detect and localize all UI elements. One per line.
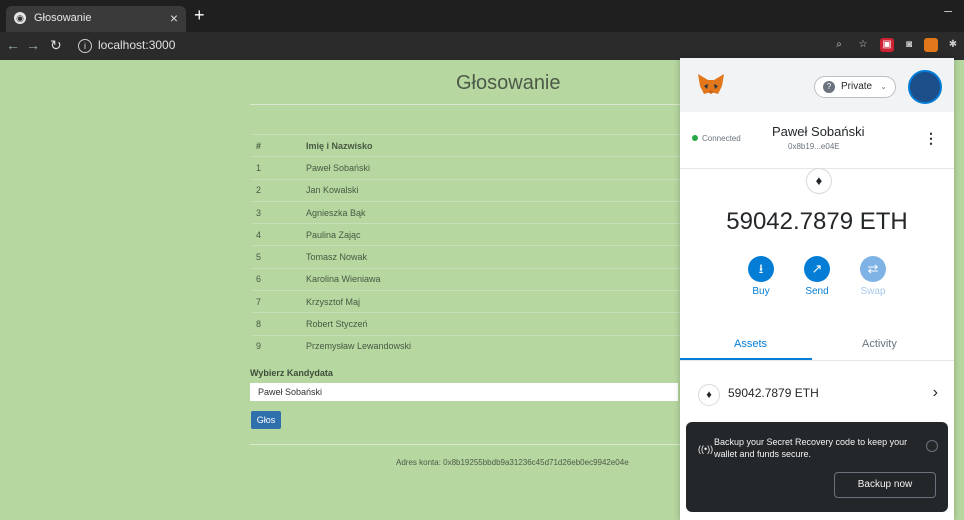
table-row: 6 Karolina Wieniawa [252, 267, 680, 291]
candidate-select-label: Wybierz Kandydata [250, 368, 333, 378]
forward-icon[interactable]: → [26, 37, 40, 53]
arrow-up-right-icon: ↗ [804, 256, 830, 282]
tab-close-button[interactable]: × [170, 10, 178, 26]
connection-label: Connected [702, 134, 741, 143]
metamask-extension-icon[interactable] [924, 38, 938, 52]
row-name: Przemysław Lewandowski [302, 334, 680, 357]
vote-button[interactable]: Głos [251, 411, 281, 429]
table-row: 4 Paulina Zając [252, 223, 680, 246]
asset-row[interactable]: ♦ 59042.7879 ETH › [680, 376, 954, 416]
status-dot [692, 135, 698, 141]
row-number: 9 [252, 334, 302, 357]
balance: 59042.7879 ETH [726, 208, 908, 235]
divider [250, 444, 680, 445]
row-number: 1 [252, 156, 302, 180]
divider [250, 104, 680, 105]
swap-icon: ⇄ [860, 256, 886, 282]
tab-assets[interactable]: Assets [734, 338, 767, 350]
info-icon[interactable]: i [78, 39, 92, 53]
account-address: Adres konta: 0x8b19255bbdb9a31236c45d71d… [396, 458, 629, 467]
row-name: Karolina Wieniawa [302, 267, 680, 291]
backup-now-button[interactable]: Backup now [834, 472, 936, 498]
row-name: Paweł Sobański [302, 156, 680, 180]
row-name: Agnieszka Bąk [302, 200, 680, 224]
page-title: Głosowanie [456, 72, 561, 94]
chevron-down-icon: ⌄ [880, 82, 887, 91]
help-icon: ? [823, 81, 835, 93]
account-avatar[interactable] [908, 70, 942, 104]
row-number: 3 [252, 200, 302, 224]
ethereum-icon: ♦ [806, 168, 832, 194]
metamask-header: ? Private ⌄ [680, 58, 954, 112]
chevron-right-icon: › [932, 384, 938, 401]
table-row: 2 Jan Kowalski [252, 178, 680, 202]
browser-tab-bar: ◉ Głosowanie × + – [0, 0, 964, 32]
account-address-short[interactable]: 0x8b19...e04E [788, 142, 840, 151]
metamask-tabs: Assets Activity [680, 330, 954, 361]
url-text: localhost:3000 [98, 38, 176, 52]
metamask-popup: ? Private ⌄ Connected Paweł Sobański 0x8… [680, 58, 954, 520]
kebab-menu-icon[interactable]: ⋮ [924, 130, 938, 147]
window-minimize-button[interactable]: – [944, 2, 952, 18]
table-header-row: # Imię i Nazwisko [252, 133, 680, 157]
row-number: 8 [252, 312, 302, 336]
backup-message: Backup your Secret Recovery code to keep… [714, 437, 908, 459]
back-icon[interactable]: ← [6, 37, 20, 53]
backup-notification: ((•)) Backup your Secret Recovery code t… [686, 422, 948, 512]
account-name[interactable]: Paweł Sobański [772, 124, 865, 139]
row-name: Tomasz Nowak [302, 245, 680, 269]
close-icon[interactable] [926, 440, 938, 452]
asset-value: 59042.7879 ETH [728, 386, 819, 400]
connection-status[interactable]: Connected [692, 134, 741, 143]
metamask-fox-icon [698, 74, 724, 94]
row-number: 5 [252, 245, 302, 269]
swap-button[interactable]: ⇄ Swap [848, 256, 898, 297]
column-header-number: # [252, 133, 302, 157]
row-name: Jan Kowalski [302, 178, 680, 202]
row-number: 4 [252, 223, 302, 246]
candidates-table: # Imię i Nazwisko 1 Paweł Sobański 2 Jan K… [252, 133, 680, 357]
table-row: 9 Przemysław Lewandowski [252, 334, 680, 357]
download-icon: ⭳ [748, 256, 774, 282]
table-row: 7 Krzysztof Maj [252, 290, 680, 313]
column-header-name: Imię i Nazwisko [302, 133, 680, 157]
table-row: 1 Paweł Sobański [252, 156, 680, 180]
network-selector[interactable]: ? Private ⌄ [814, 76, 896, 98]
globe-icon: ◉ [14, 12, 26, 24]
extension-icon[interactable]: ▣ [880, 38, 894, 52]
active-tab-indicator [680, 358, 812, 360]
reload-icon[interactable]: ↻ [50, 37, 62, 54]
puzzle-icon[interactable]: ✱ [946, 38, 960, 52]
camera-icon[interactable]: ◙ [902, 38, 916, 52]
row-name: Paulina Zając [302, 223, 680, 246]
buy-label: Buy [752, 286, 770, 297]
table-row: 8 Robert Styczeń [252, 312, 680, 336]
url-field[interactable]: i localhost:3000 [78, 35, 658, 55]
swap-label: Swap [860, 286, 886, 297]
tab-title: Głosowanie [34, 12, 92, 24]
table-row: 5 Tomasz Nowak [252, 245, 680, 269]
send-button[interactable]: ↗ Send [792, 256, 842, 297]
buy-button[interactable]: ⭳ Buy [736, 256, 786, 297]
address-bar: ← → ↻ i localhost:3000 ⌕ ☆ ▣ ◙ ✱ [0, 32, 964, 60]
row-name: Krzysztof Maj [302, 290, 680, 313]
star-icon[interactable]: ☆ [856, 38, 870, 52]
candidate-select[interactable]: Paweł Sobański [250, 383, 678, 401]
zoom-icon[interactable]: ⌕ [832, 38, 846, 52]
network-label: Private [841, 81, 873, 92]
row-number: 2 [252, 178, 302, 202]
send-label: Send [805, 286, 829, 297]
broadcast-icon: ((•)) [698, 444, 714, 454]
table-row: 3 Agnieszka Bąk [252, 200, 680, 224]
account-section: Connected Paweł Sobański 0x8b19...e04E ⋮ [680, 112, 954, 169]
row-name: Robert Styczeń [302, 312, 680, 336]
tab-activity[interactable]: Activity [862, 338, 897, 350]
row-number: 6 [252, 267, 302, 291]
browser-tab[interactable]: ◉ Głosowanie × [6, 6, 186, 32]
row-number: 7 [252, 290, 302, 313]
ethereum-icon: ♦ [698, 384, 720, 406]
new-tab-button[interactable]: + [194, 6, 205, 24]
